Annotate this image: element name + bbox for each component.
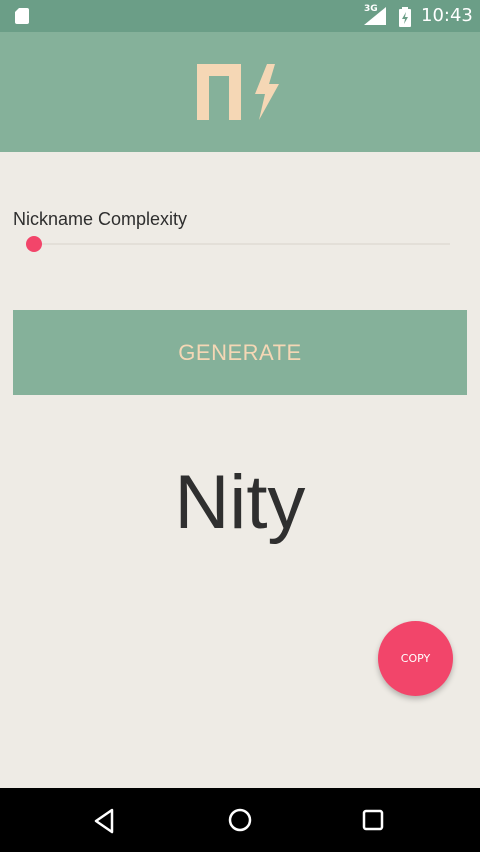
app-bar xyxy=(0,32,480,152)
copy-button[interactable]: COPY xyxy=(378,621,453,696)
recents-icon[interactable] xyxy=(362,809,384,831)
battery-icon xyxy=(399,7,411,27)
generate-button[interactable]: GENERATE xyxy=(13,310,467,395)
status-time: 10:43 xyxy=(421,5,473,26)
navigation-bar xyxy=(0,788,480,852)
app-logo-icon xyxy=(197,64,279,120)
home-icon[interactable] xyxy=(228,808,252,832)
generated-nickname: Nity xyxy=(174,460,306,545)
status-bar: 3G 10:43 xyxy=(0,0,480,32)
slider-thumb[interactable] xyxy=(26,236,42,252)
complexity-label: Nickname Complexity xyxy=(13,209,188,229)
signal-icon xyxy=(364,7,386,25)
slider-track[interactable] xyxy=(26,243,450,245)
complexity-slider[interactable] xyxy=(26,232,450,256)
back-icon[interactable] xyxy=(92,808,116,834)
sd-card-icon xyxy=(15,8,29,24)
